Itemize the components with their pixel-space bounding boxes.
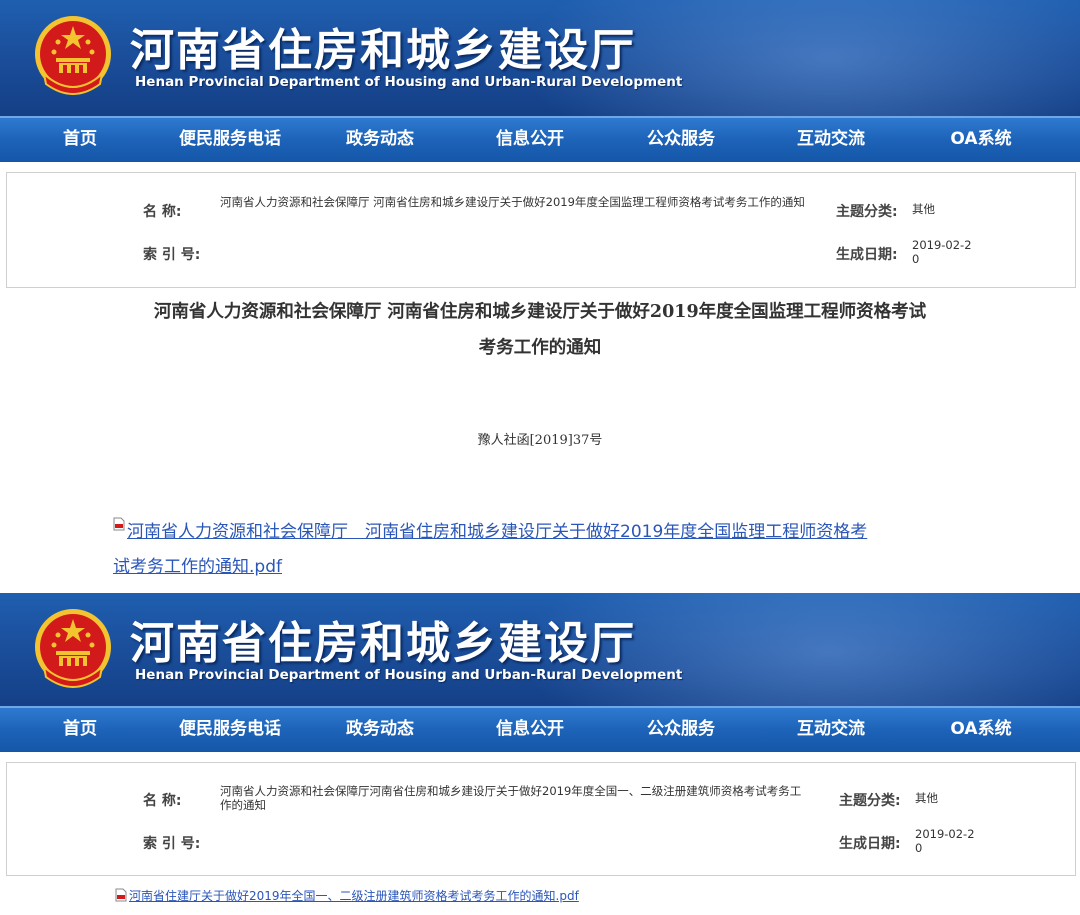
- nav-info-disclosure[interactable]: 信息公开: [470, 708, 590, 752]
- metadata-box: 名 称: 河南省人力资源和社会保障厅 河南省住房和城乡建设厅关于做好2019年度…: [6, 172, 1076, 288]
- site-title: 河南省住房和城乡建设厅: [130, 25, 636, 76]
- document-title: 河南省人力资源和社会保障厅 河南省住房和城乡建设厅关于做好2019年度全国监理工…: [90, 294, 990, 366]
- nav-government-news[interactable]: 政务动态: [320, 708, 440, 752]
- nav-home[interactable]: 首页: [20, 708, 140, 752]
- date-label: 生成日期:: [836, 247, 898, 263]
- site-banner: 河南省住房和城乡建设厅 Henan Provincial Department …: [0, 0, 1080, 116]
- nav-interaction[interactable]: 互动交流: [771, 708, 891, 752]
- nav-interaction[interactable]: 互动交流: [771, 118, 891, 162]
- site-subtitle: Henan Provincial Department of Housing a…: [135, 74, 683, 90]
- nav-home[interactable]: 首页: [20, 118, 140, 162]
- category-value: 其他: [912, 202, 935, 216]
- document-number: 豫人社函[2019]37号: [477, 433, 603, 448]
- main-nav: 首页 便民服务电话 政务动态 信息公开 公众服务 互动交流 OA系统: [0, 116, 1080, 162]
- document-title-line2: 考务工作的通知: [478, 338, 602, 358]
- document-title-line1: 河南省人力资源和社会保障厅 河南省住房和城乡建设厅关于做好2019年度全国监理工…: [153, 302, 927, 322]
- national-emblem-icon: [35, 16, 111, 95]
- nav-public-service[interactable]: 公众服务: [621, 118, 741, 162]
- index-label: 索 引 号:: [143, 836, 201, 852]
- pdf-icon: [115, 888, 127, 902]
- attachment-line1: 河南省人力资源和社会保障厅 河南省住房和城乡建设厅关于做好2019年度全国监理工…: [127, 522, 868, 542]
- date-value: 2019-02-20: [912, 238, 972, 266]
- national-emblem-icon: [35, 609, 111, 688]
- pdf-icon: [113, 517, 125, 531]
- site-subtitle: Henan Provincial Department of Housing a…: [135, 667, 683, 683]
- attachment-text: 河南省住建厅关于做好2019年全国一、二级注册建筑师资格考试考务工作的通知.pd…: [129, 889, 579, 903]
- name-label: 名 称:: [143, 204, 182, 220]
- nav-service-phone[interactable]: 便民服务电话: [170, 708, 290, 752]
- attachment-line2: 试考务工作的通知.pdf: [113, 557, 282, 577]
- index-label: 索 引 号:: [143, 247, 201, 263]
- nav-info-disclosure[interactable]: 信息公开: [470, 118, 590, 162]
- nav-government-news[interactable]: 政务动态: [320, 118, 440, 162]
- attachment-link[interactable]: 河南省人力资源和社会保障厅 河南省住房和城乡建设厅关于做好2019年度全国监理工…: [113, 515, 973, 585]
- main-nav-2: 首页 便民服务电话 政务动态 信息公开 公众服务 互动交流 OA系统: [0, 706, 1080, 752]
- category-label: 主题分类:: [839, 793, 901, 809]
- category-value: 其他: [915, 791, 938, 805]
- attachment-link-2[interactable]: 河南省住建厅关于做好2019年全国一、二级注册建筑师资格考试考务工作的通知.pd…: [115, 886, 579, 906]
- site-title: 河南省住房和城乡建设厅: [130, 618, 636, 669]
- site-banner-2: 河南省住房和城乡建设厅 Henan Provincial Department …: [0, 593, 1080, 709]
- name-value: 河南省人力资源和社会保障厅河南省住房和城乡建设厅关于做好2019年度全国一、二级…: [220, 784, 802, 812]
- metadata-box-2: 名 称: 河南省人力资源和社会保障厅河南省住房和城乡建设厅关于做好2019年度全…: [6, 762, 1076, 876]
- date-value: 2019-02-20: [915, 827, 975, 855]
- nav-oa-system[interactable]: OA系统: [921, 708, 1041, 752]
- date-label: 生成日期:: [839, 836, 901, 852]
- nav-public-service[interactable]: 公众服务: [621, 708, 741, 752]
- nav-service-phone[interactable]: 便民服务电话: [170, 118, 290, 162]
- name-label: 名 称:: [143, 793, 182, 809]
- nav-oa-system[interactable]: OA系统: [921, 118, 1041, 162]
- name-value: 河南省人力资源和社会保障厅 河南省住房和城乡建设厅关于做好2019年度全国监理工…: [220, 195, 805, 209]
- category-label: 主题分类:: [836, 204, 898, 220]
